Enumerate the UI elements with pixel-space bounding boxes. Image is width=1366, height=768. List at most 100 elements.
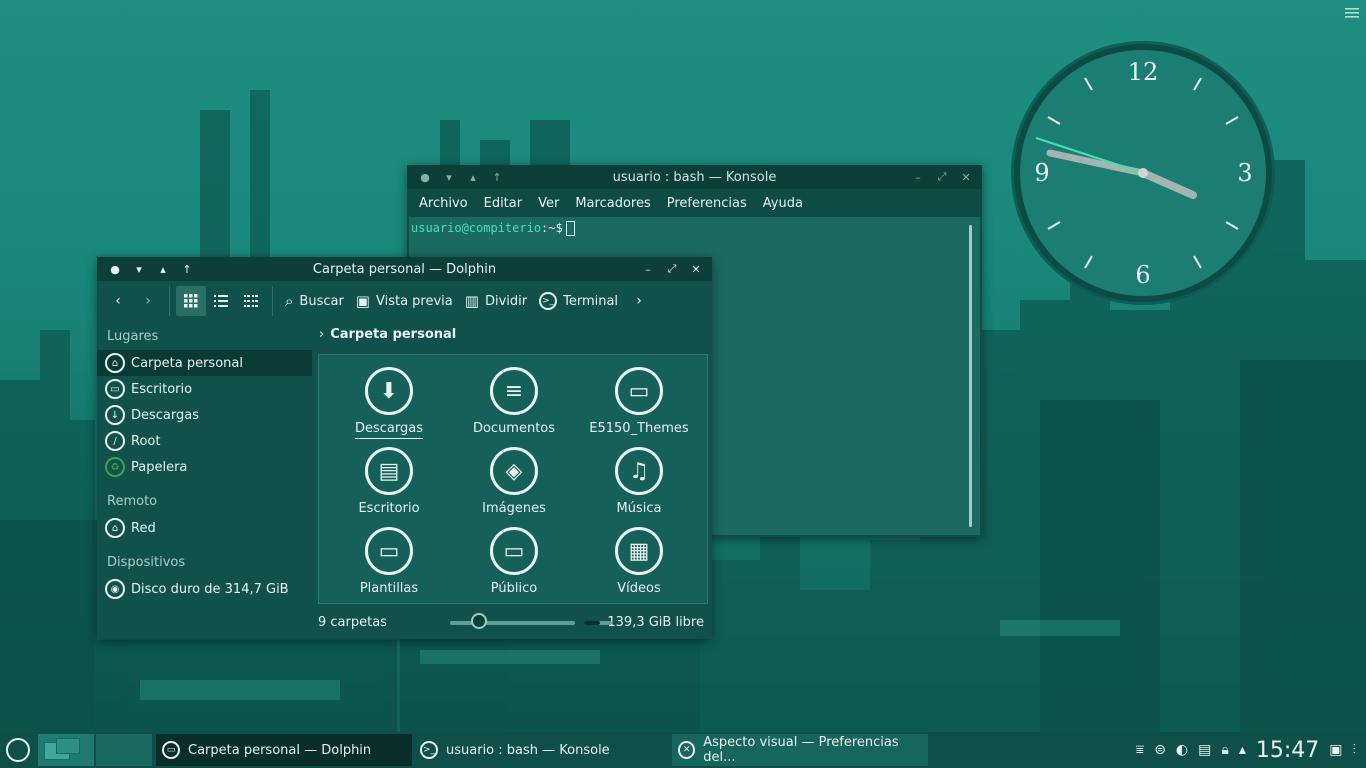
folder-icon: ▭	[615, 367, 663, 415]
folder-videos[interactable]: ▦ Vídeos	[579, 527, 699, 596]
konsole-menu-icon[interactable]: ●	[413, 165, 437, 189]
search-icon: ⌕	[285, 292, 294, 310]
menu-archivo[interactable]: Archivo	[411, 196, 476, 211]
desktop-1[interactable]	[38, 734, 94, 766]
remote-section-title: Remoto	[107, 494, 158, 509]
konsole-minimize-icon[interactable]: –	[906, 165, 930, 189]
root-icon: /	[105, 431, 125, 451]
harddisk-icon: ◉	[105, 579, 125, 599]
terminal-cursor	[565, 221, 575, 236]
place-carpeta-personal[interactable]: ⌂ Carpeta personal	[97, 350, 312, 376]
forward-icon[interactable]: ›	[133, 286, 163, 316]
konsole-titlebar[interactable]: ● ▾ ▴ ↑ usuario : bash — Konsole – ⤢ ✕	[407, 165, 982, 189]
konsole-shade-icon[interactable]: ↑	[485, 165, 509, 189]
menu-editar[interactable]: Editar	[476, 196, 531, 211]
place-root[interactable]: / Root	[97, 428, 312, 454]
dolphin-close-icon[interactable]: ✕	[684, 257, 708, 281]
digital-clock[interactable]: 15:47	[1256, 738, 1319, 763]
dolphin-maximize-icon[interactable]: ⤢	[660, 257, 684, 281]
place-label: Carpeta personal	[131, 355, 243, 371]
menu-ver[interactable]: Ver	[530, 196, 567, 211]
folder-e5150-themes[interactable]: ▭ E5150_Themes	[579, 367, 699, 436]
preview-button[interactable]: ▣ Vista previa	[350, 285, 459, 317]
zoom-slider-handle[interactable]	[471, 613, 487, 629]
konsole-keep-above-icon[interactable]: ▴	[461, 165, 485, 189]
konsole-keep-below-icon[interactable]: ▾	[437, 165, 461, 189]
split-button[interactable]: ▥ Dividir	[459, 285, 533, 317]
menu-preferencias[interactable]: Preferencias	[659, 196, 755, 211]
clock-num-9: 9	[1034, 159, 1049, 187]
task-preferencias[interactable]: ✕ Aspecto visual — Preferencias del...	[672, 734, 928, 766]
folder-label: Música	[616, 501, 662, 516]
place-red[interactable]: ⌂ Red	[97, 515, 312, 541]
dolphin-minimize-icon[interactable]: –	[636, 257, 660, 281]
dolphin-titlebar[interactable]: ● ▾ ▴ ↑ Carpeta personal — Dolphin – ⤢ ✕	[97, 257, 712, 281]
task-dolphin[interactable]: ▭ Carpeta personal — Dolphin	[156, 734, 412, 766]
more-tools-icon[interactable]: ›	[624, 286, 654, 316]
application-launcher[interactable]	[0, 732, 36, 768]
show-desktop-icon[interactable]: ▣	[1329, 742, 1342, 758]
lock-icon[interactable]: 🔒︎	[1221, 742, 1228, 758]
dolphin-window[interactable]: ● ▾ ▴ ↑ Carpeta personal — Dolphin – ⤢ ✕…	[97, 257, 712, 639]
back-icon[interactable]: ‹	[103, 286, 133, 316]
place-escritorio[interactable]: ▭ Escritorio	[97, 376, 312, 402]
desktop-icon: ▭	[105, 379, 125, 399]
zoom-slider[interactable]	[450, 621, 575, 625]
details-view-icon[interactable]	[206, 286, 236, 316]
home-icon: ⌂	[105, 353, 125, 373]
menu-marcadores[interactable]: Marcadores	[567, 196, 658, 211]
icons-view-icon[interactable]	[176, 286, 206, 316]
folder-count: 9 carpetas	[318, 614, 387, 630]
public-folder-icon: ▭	[490, 527, 538, 575]
place-descargas[interactable]: ↓ Descargas	[97, 402, 312, 428]
image-icon: ▣	[355, 292, 370, 310]
music-folder-icon: ♫	[615, 447, 663, 495]
dolphin-shade-icon[interactable]: ↑	[175, 257, 199, 281]
desktop-menu-icon[interactable]	[1344, 6, 1360, 20]
konsole-close-icon[interactable]: ✕	[954, 165, 978, 189]
folder-label: Público	[490, 581, 538, 596]
terminal-button[interactable]: >_ Terminal	[533, 285, 624, 317]
taskbar: ▭ Carpeta personal — Dolphin >_ usuario …	[0, 732, 1366, 768]
dolphin-app-icon: ▭	[162, 741, 180, 759]
analog-clock-widget[interactable]: 12 3 6 9	[1008, 38, 1278, 308]
dolphin-keep-below-icon[interactable]: ▾	[127, 257, 151, 281]
folder-view[interactable]: ⬇ Descargas ≡ Documentos ▭ E5150_Themes …	[318, 354, 708, 604]
folder-musica[interactable]: ♫ Música	[579, 447, 699, 516]
place-papelera[interactable]: ♻ Papelera	[97, 454, 312, 480]
device-disco-duro[interactable]: ◉ Disco duro de 314,7 GiB	[97, 576, 312, 602]
folder-documentos[interactable]: ≡ Documentos	[454, 367, 574, 436]
menu-ayuda[interactable]: Ayuda	[755, 196, 811, 211]
devices-section-title: Dispositivos	[107, 555, 186, 570]
launcher-icon	[6, 738, 30, 762]
pictures-folder-icon: ◈	[490, 447, 538, 495]
places-panel: Lugares ⌂ Carpeta personal ▭ Escritorio …	[97, 321, 312, 602]
templates-folder-icon: ▭	[365, 527, 413, 575]
breadcrumb[interactable]: › Carpeta personal	[319, 327, 456, 342]
dolphin-keep-above-icon[interactable]: ▴	[151, 257, 175, 281]
tray-expand-icon[interactable]: ▴	[1239, 742, 1246, 758]
clipboard-icon[interactable]: ▤	[1198, 742, 1211, 758]
terminal-icon: >_	[539, 292, 558, 310]
search-button[interactable]: ⌕ Buscar	[279, 285, 350, 317]
folder-label: Imágenes	[482, 501, 546, 516]
konsole-maximize-icon[interactable]: ⤢	[930, 165, 954, 189]
toolbar-separator	[169, 286, 170, 316]
brightness-icon[interactable]: ◐	[1176, 742, 1188, 758]
clock-num-6: 6	[1135, 261, 1150, 289]
folder-plantillas[interactable]: ▭ Plantillas	[329, 527, 449, 596]
folder-imagenes[interactable]: ◈ Imágenes	[454, 447, 574, 516]
compact-view-icon[interactable]	[236, 286, 266, 316]
panel-settings-icon[interactable]: ⫶	[1353, 742, 1357, 758]
dolphin-menu-icon[interactable]: ●	[103, 257, 127, 281]
audio-icon[interactable]: ⊜	[1154, 742, 1166, 758]
task-konsole[interactable]: >_ usuario : bash — Konsole	[414, 734, 670, 766]
network-icon[interactable]: ⩸	[1136, 742, 1145, 758]
place-label: Escritorio	[131, 381, 193, 397]
terminal-scrollbar[interactable]	[969, 225, 972, 527]
folder-publico[interactable]: ▭ Público	[454, 527, 574, 596]
desktop-2[interactable]	[96, 734, 152, 766]
place-label: Red	[131, 520, 156, 536]
folder-escritorio[interactable]: ▤ Escritorio	[329, 447, 449, 516]
folder-descargas[interactable]: ⬇ Descargas	[329, 367, 449, 439]
